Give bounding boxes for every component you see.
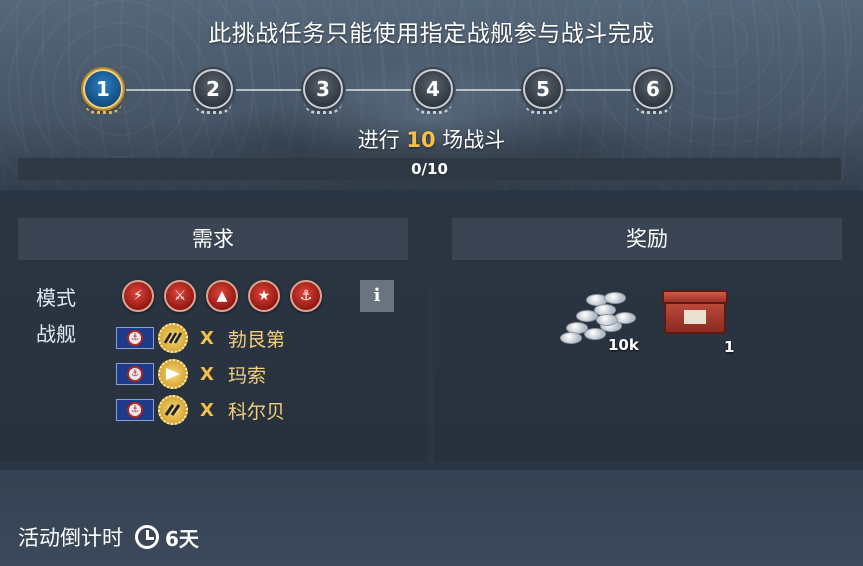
laurel-icon: [304, 102, 342, 114]
france-flag-icon: ⚓: [116, 363, 154, 385]
laurel-icon: [194, 102, 232, 114]
laurel-icon: [634, 102, 672, 114]
task-count: 10: [406, 128, 436, 152]
countdown-value: 6天: [165, 526, 199, 551]
countdown: 活动倒计时 6天: [18, 522, 199, 552]
tier-badge-icon: [158, 359, 188, 389]
credits-reward[interactable]: 10k: [556, 286, 640, 356]
progress-text: 0/10: [411, 160, 448, 178]
mode-icon[interactable]: ★: [248, 280, 280, 312]
france-flag-icon: ⚓: [116, 327, 154, 349]
rewards-heading: 奖励: [452, 218, 842, 260]
step-5[interactable]: 5: [520, 66, 566, 114]
event-footer: 活动倒计时 6天: [0, 470, 863, 566]
mode-label: 模式: [36, 286, 76, 310]
step-3[interactable]: 3: [300, 66, 346, 114]
rewards-panel: 奖励 10k 1: [434, 200, 863, 462]
clock-icon: [135, 525, 159, 549]
laurel-icon: [414, 102, 452, 114]
mode-icon[interactable]: ⚡: [122, 280, 154, 312]
laurel-icon: [524, 102, 562, 114]
step-tracker: 1 2 3 4 5 6: [0, 60, 863, 120]
mode-icon[interactable]: ⚔: [164, 280, 196, 312]
mode-list: ⚡ ⚔ ▲ ★ ⚓: [122, 280, 322, 312]
crate-reward[interactable]: 1: [662, 286, 734, 356]
mode-icon[interactable]: ⚓: [290, 280, 322, 312]
ship-row[interactable]: ⚓ X 玛索: [116, 356, 285, 392]
tier-x: X: [200, 327, 214, 349]
laurel-icon: [84, 102, 122, 114]
task-progress-bar: 0/10: [18, 158, 841, 180]
ship-label: 战舰: [36, 322, 76, 346]
step-6[interactable]: 6: [630, 66, 676, 114]
countdown-label: 活动倒计时: [18, 526, 123, 550]
mission-title: 此挑战任务只能使用指定战舰参与战斗完成: [208, 21, 655, 47]
tier-x: X: [200, 399, 214, 421]
ship-row[interactable]: ⚓ X 科尔贝: [116, 392, 285, 428]
step-1[interactable]: 1: [80, 66, 126, 114]
credits-count: 10k: [608, 336, 639, 354]
tier-badge-icon: [158, 395, 188, 425]
task-description: 进行 10 场战斗: [357, 128, 506, 152]
ship-row[interactable]: ⚓ X 勃艮第: [116, 320, 285, 356]
info-button[interactable]: i: [360, 280, 394, 312]
ship-name: 勃艮第: [228, 328, 286, 351]
ship-name: 科尔贝: [228, 400, 286, 423]
tier-badge-icon: [158, 323, 188, 353]
requirements-heading: 需求: [18, 218, 408, 260]
crate-count: 1: [724, 338, 735, 356]
tier-x: X: [200, 363, 214, 385]
ship-name: 玛索: [228, 364, 267, 387]
step-4[interactable]: 4: [410, 66, 456, 114]
step-2[interactable]: 2: [190, 66, 236, 114]
france-flag-icon: ⚓: [116, 399, 154, 421]
mode-icon[interactable]: ▲: [206, 280, 238, 312]
requirements-panel: 需求 模式 战舰 ⚡ ⚔ ▲ ★ ⚓ i ⚓ X 勃艮第 ⚓ X 玛索 ⚓ X …: [0, 200, 428, 462]
ship-list: ⚓ X 勃艮第 ⚓ X 玛索 ⚓ X 科尔贝: [116, 320, 285, 428]
